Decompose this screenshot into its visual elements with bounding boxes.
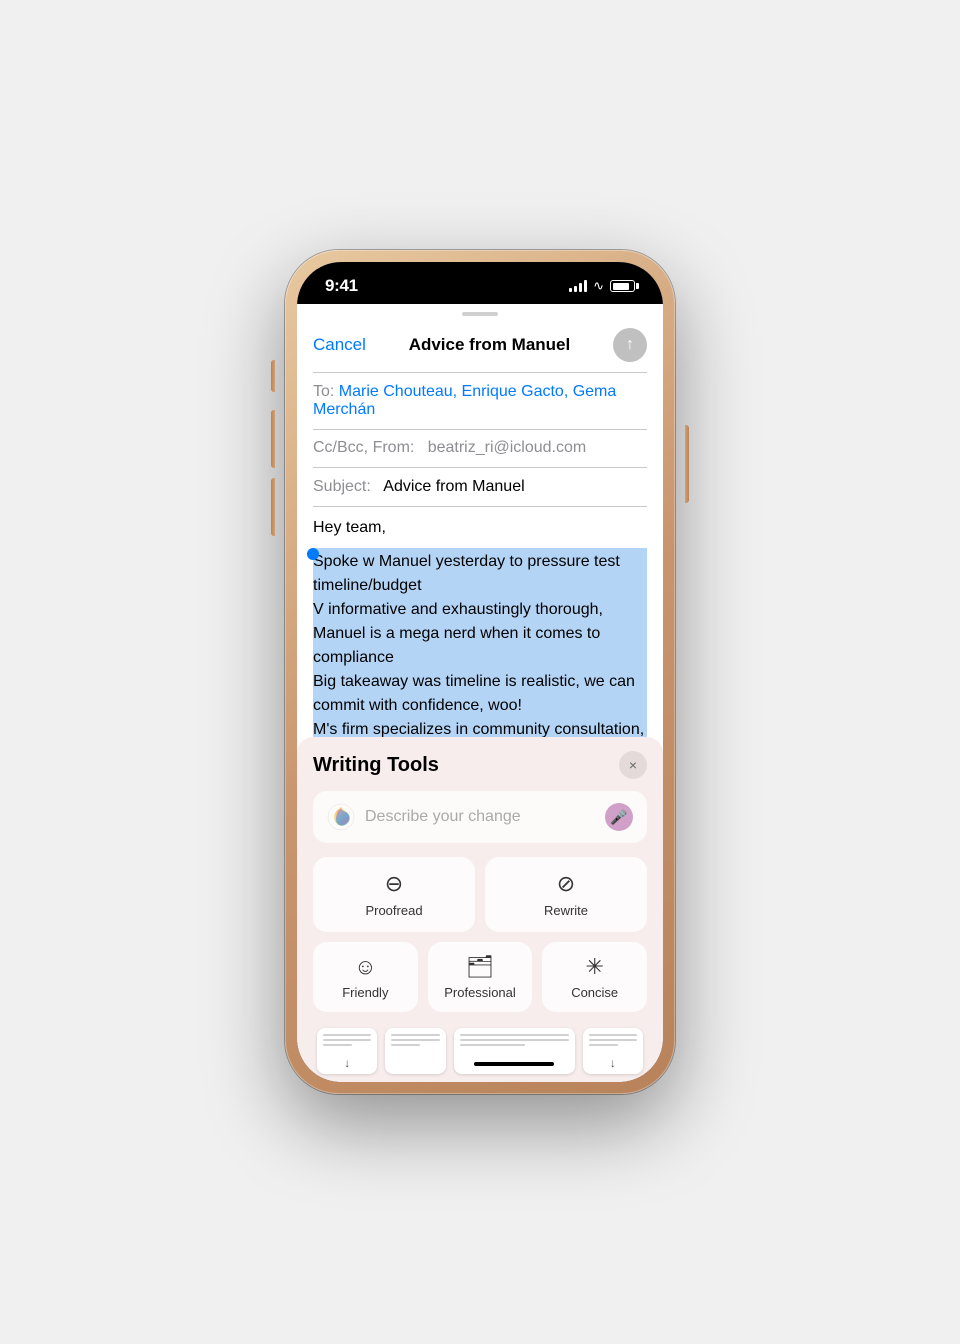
- tools-row-1: ⊖ Proofread ⊘ Rewrite: [313, 857, 647, 932]
- tools-row-2: ☺ Friendly 🗂 Professional ✳ Concise: [313, 942, 647, 1012]
- phone-frame: 9:41 ∿: [285, 250, 675, 1094]
- subject-field[interactable]: Subject: Advice from Manuel: [297, 468, 663, 506]
- drag-handle: [462, 312, 498, 316]
- status-icons: ∿: [569, 278, 635, 294]
- mini-kb-lines-1: [323, 1034, 371, 1046]
- volume-down-button[interactable]: [271, 478, 275, 536]
- ai-icon: [327, 803, 355, 831]
- mini-kb-line: [391, 1034, 439, 1036]
- describe-input-row[interactable]: Describe your change 🎤: [313, 791, 647, 843]
- signal-bar-4: [584, 280, 587, 292]
- mini-kb-card-2[interactable]: [385, 1028, 445, 1074]
- mini-kb-line: [391, 1039, 439, 1041]
- selection-handle-start: [307, 548, 319, 560]
- mute-button[interactable]: [271, 360, 275, 392]
- status-bar: 9:41 ∿: [297, 262, 663, 304]
- to-field[interactable]: To: Marie Chouteau, Enrique Gacto, Gema …: [297, 373, 663, 429]
- battery-icon: [610, 280, 635, 292]
- friendly-label: Friendly: [342, 985, 388, 1000]
- concise-button[interactable]: ✳ Concise: [542, 942, 647, 1012]
- mini-kb-line-short: [460, 1044, 525, 1046]
- rewrite-label: Rewrite: [544, 903, 588, 918]
- mini-kb-arrow-1: ↓: [344, 1056, 350, 1070]
- rewrite-icon: ⊘: [557, 871, 575, 897]
- cc-field[interactable]: Cc/Bcc, From: beatriz_ri@icloud.com: [297, 429, 663, 467]
- email-title: Advice from Manuel: [409, 335, 571, 355]
- screen-content: 9:41 ∿: [297, 262, 663, 1082]
- send-icon: ↑: [626, 336, 634, 354]
- cc-value: beatriz_ri@icloud.com: [428, 439, 587, 456]
- status-time: 9:41: [325, 276, 358, 296]
- cancel-button[interactable]: Cancel: [313, 335, 366, 355]
- mini-kb-card-4[interactable]: ↓: [583, 1028, 643, 1074]
- subject-label: Subject:: [313, 478, 371, 495]
- phone-screen: 9:41 ∿: [297, 262, 663, 1082]
- mail-header: Cancel Advice from Manuel ↑: [297, 320, 663, 372]
- close-icon: ×: [629, 757, 637, 773]
- mini-kb-line: [460, 1034, 569, 1036]
- mic-button[interactable]: 🎤: [605, 803, 633, 831]
- mini-kb-card-3[interactable]: [454, 1028, 575, 1074]
- mini-kb-line-short: [323, 1044, 352, 1046]
- volume-up-button[interactable]: [271, 410, 275, 468]
- selected-body-text: Spoke w Manuel yesterday to pressure tes…: [313, 548, 647, 737]
- mini-kb-card-1[interactable]: ↓: [317, 1028, 377, 1074]
- email-body[interactable]: Hey team, Spoke w Manuel yesterday to pr…: [297, 506, 663, 737]
- subject-value: Advice from Manuel: [383, 478, 524, 495]
- mini-kb-line: [460, 1039, 569, 1041]
- mini-kb-line: [589, 1039, 637, 1041]
- battery-fill: [613, 283, 629, 290]
- mini-kb-lines-2: [391, 1034, 439, 1046]
- email-container: Cancel Advice from Manuel ↑ To: Marie Ch…: [297, 304, 663, 1082]
- professional-icon: 🗂: [466, 954, 494, 980]
- proofread-icon: ⊖: [385, 871, 403, 897]
- to-label: To:: [313, 383, 334, 400]
- mini-kb-lines-4: [589, 1034, 637, 1046]
- cc-label: Cc/Bcc, From:: [313, 439, 414, 456]
- describe-placeholder[interactable]: Describe your change: [365, 808, 595, 826]
- mini-kb-line: [323, 1039, 371, 1041]
- power-button[interactable]: [685, 425, 689, 503]
- proofread-label: Proofread: [365, 903, 422, 918]
- body-greeting: Hey team,: [313, 516, 647, 540]
- mini-kb-lines-3: [460, 1034, 569, 1046]
- mic-icon: 🎤: [610, 809, 627, 826]
- friendly-button[interactable]: ☺ Friendly: [313, 942, 418, 1012]
- close-writing-tools-button[interactable]: ×: [619, 751, 647, 779]
- signal-bar-1: [569, 288, 572, 292]
- signal-bar-2: [574, 286, 577, 292]
- professional-button[interactable]: 🗂 Professional: [428, 942, 533, 1012]
- friendly-icon: ☺: [354, 954, 376, 980]
- to-value: Marie Chouteau, Enrique Gacto, Gema Merc…: [313, 383, 616, 418]
- mini-kb-arrow-4: ↓: [610, 1056, 616, 1070]
- rewrite-button[interactable]: ⊘ Rewrite: [485, 857, 647, 932]
- concise-label: Concise: [571, 985, 618, 1000]
- concise-icon: ✳: [585, 954, 603, 980]
- professional-label: Professional: [444, 985, 516, 1000]
- mini-kb-line-short: [589, 1044, 618, 1046]
- wifi-icon: ∿: [593, 278, 604, 294]
- proofread-button[interactable]: ⊖ Proofread: [313, 857, 475, 932]
- home-indicator: [474, 1062, 554, 1066]
- mini-kb-line: [323, 1034, 371, 1036]
- writing-tools-header: Writing Tools ×: [313, 751, 647, 779]
- signal-bar-3: [579, 283, 582, 292]
- mini-kb-line: [589, 1034, 637, 1036]
- selected-text-container: Spoke w Manuel yesterday to pressure tes…: [313, 548, 647, 737]
- writing-tools-title: Writing Tools: [313, 754, 439, 777]
- mini-kb-line-short: [391, 1044, 420, 1046]
- mini-keyboard-row: ↓: [313, 1024, 647, 1082]
- send-button[interactable]: ↑: [613, 328, 647, 362]
- signal-icon: [569, 280, 587, 292]
- writing-tools-panel: Writing Tools ×: [297, 737, 663, 1082]
